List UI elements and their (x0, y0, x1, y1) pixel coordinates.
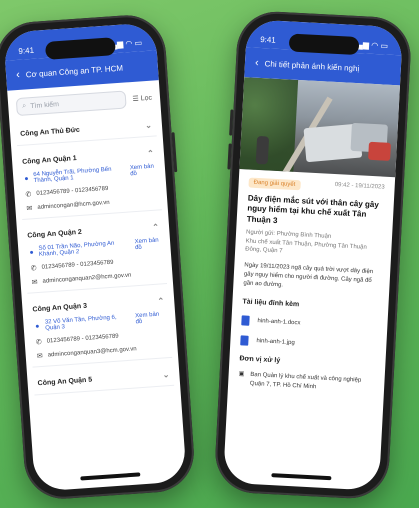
card-title: Công An Thủ Đức (20, 126, 81, 138)
address-text: 64 Nguyễn Trãi, Phường Bến Thành, Quận 1 (33, 166, 112, 185)
phone-text[interactable]: 0123456789 - 0123456789 (47, 334, 119, 345)
location-pin-icon: ● (24, 174, 29, 183)
filter-label: Lọc (140, 94, 153, 102)
chevron-down-icon[interactable]: ⌄ (162, 370, 169, 379)
attachment-name: hinh-anh-1.docx (257, 318, 301, 327)
attachment-item[interactable]: hinh-anh-1.docx (241, 315, 377, 333)
status-time: 9:41 (18, 45, 35, 56)
app-bar-title: Cơ quan Công an TP. HCM (25, 63, 124, 79)
photo-person (255, 135, 270, 165)
location-pin-icon: ● (29, 248, 35, 257)
home-indicator (80, 472, 141, 481)
phone-right: 9:41 ▂▄▆ ◠ ▭ ‹ Chi tiết phản ánh kiến ng… (213, 9, 413, 501)
unit-item: ▣ Ban Quản lý khu chế xuất và công nghiệ… (238, 371, 375, 395)
attachment-item[interactable]: hinh-anh-1.jpg (240, 335, 376, 353)
status-badge: Đang giải quyết (248, 177, 301, 191)
dynamic-island (288, 33, 360, 56)
building-icon: ▣ (238, 371, 245, 378)
attachment-name: hinh-anh-1.jpg (256, 338, 295, 347)
card-title: Công An Quận 2 (27, 228, 83, 240)
report-body: Ngày 19/11/2023 ngã cây quá trời vượt dâ… (243, 262, 374, 289)
file-icon (241, 315, 250, 327)
detail-section: Đang giải quyết 09:42 - 19/11/2023 Dây đ… (228, 169, 396, 403)
photo-motorbike (368, 141, 391, 161)
card-title: Công An Quận 5 (37, 376, 93, 388)
search-icon: ⌕ (22, 102, 27, 110)
phone-icon: ✆ (25, 191, 32, 199)
file-icon (240, 335, 249, 347)
map-link[interactable]: Xem bản đồ (130, 164, 156, 178)
email-text[interactable]: adminconganquan3@hcm.gov.vn (48, 346, 137, 358)
back-arrow-icon[interactable]: ‹ (16, 68, 21, 80)
list-item[interactable]: Công An Quận 2 ⌃ ● Số 01 Trần Não, Phường … (22, 216, 168, 294)
map-link[interactable]: Xem bản đồ (135, 311, 166, 326)
search-placeholder: Tìm kiếm (29, 100, 60, 110)
search-input[interactable]: ⌕ Tìm kiếm (15, 90, 128, 117)
email-text[interactable]: adminconganquan2@hcm.gov.vn (42, 273, 131, 285)
side-button (229, 109, 234, 136)
list-item[interactable]: Công An Quận 5 ⌄ (32, 363, 175, 396)
location-pin-icon: ● (35, 322, 40, 330)
chevron-up-icon[interactable]: ⌃ (147, 149, 154, 158)
home-indicator (271, 473, 332, 481)
mail-icon: ✉ (31, 279, 38, 287)
incident-photo[interactable] (239, 77, 400, 178)
attachments-heading: Tài liệu đính kèm (242, 298, 300, 309)
address-text: 32 Võ Văn Tần, Phường 6, Quận 3 (44, 314, 117, 332)
phone-icon: ✆ (30, 265, 37, 273)
email-text[interactable]: admincongan@hcm.gov.vn (37, 200, 110, 211)
side-button (171, 132, 178, 173)
chevron-up-icon[interactable]: ⌃ (152, 222, 159, 231)
right-screen: 9:41 ▂▄▆ ◠ ▭ ‹ Chi tiết phản ánh kiến ng… (222, 19, 404, 491)
address-text: Số 01 Trần Não, Phường An Khánh, Quận 2 (38, 240, 115, 258)
card-title: Công An Quận 3 (32, 302, 88, 314)
phone-text[interactable]: 0123456789 - 0123456789 (36, 186, 108, 197)
app-bar-title: Chi tiết phản ánh kiến nghị (264, 58, 360, 73)
report-title: Dây điện mắc sút với thân cây gây nguy h… (246, 193, 380, 225)
list-item[interactable]: Công An Quận 1 ⌃ ● 64 Nguyễn Trãi, Phường … (17, 142, 162, 220)
map-link[interactable]: Xem bản đồ (135, 237, 161, 252)
filter-icon: ☰ (132, 95, 140, 103)
unit-text: Ban Quản lý khu chế xuất và công nghiệp … (249, 372, 362, 391)
unit-heading: Đơn vị xử lý (239, 355, 281, 365)
card-title: Công An Quận 1 (21, 155, 77, 166)
chevron-down-icon[interactable]: ⌄ (145, 121, 152, 130)
phone-left: 9:41 ▂▄▆ ◠ ▭ ‹ Cơ quan Công an TP. HCM ⌕… (0, 12, 197, 502)
chevron-up-icon[interactable]: ⌃ (157, 296, 164, 305)
list-item[interactable]: Công An Quận 3 ⌃ ● 32 Võ Văn Tần, Phường 6… (27, 290, 173, 368)
status-time: 9:41 (259, 34, 277, 45)
mail-icon: ✉ (36, 352, 43, 361)
mail-icon: ✉ (26, 205, 33, 213)
phone-text[interactable]: 0123456789 - 0123456789 (41, 260, 113, 271)
phone-icon: ✆ (35, 338, 43, 347)
side-button (227, 143, 232, 170)
filter-button[interactable]: ☰ Lọc (132, 94, 152, 103)
date-text: 09:42 - 19/11/2023 (334, 182, 385, 191)
back-arrow-icon[interactable]: ‹ (255, 56, 259, 68)
left-screen: 9:41 ▂▄▆ ◠ ▭ ‹ Cơ quan Công an TP. HCM ⌕… (3, 22, 187, 492)
